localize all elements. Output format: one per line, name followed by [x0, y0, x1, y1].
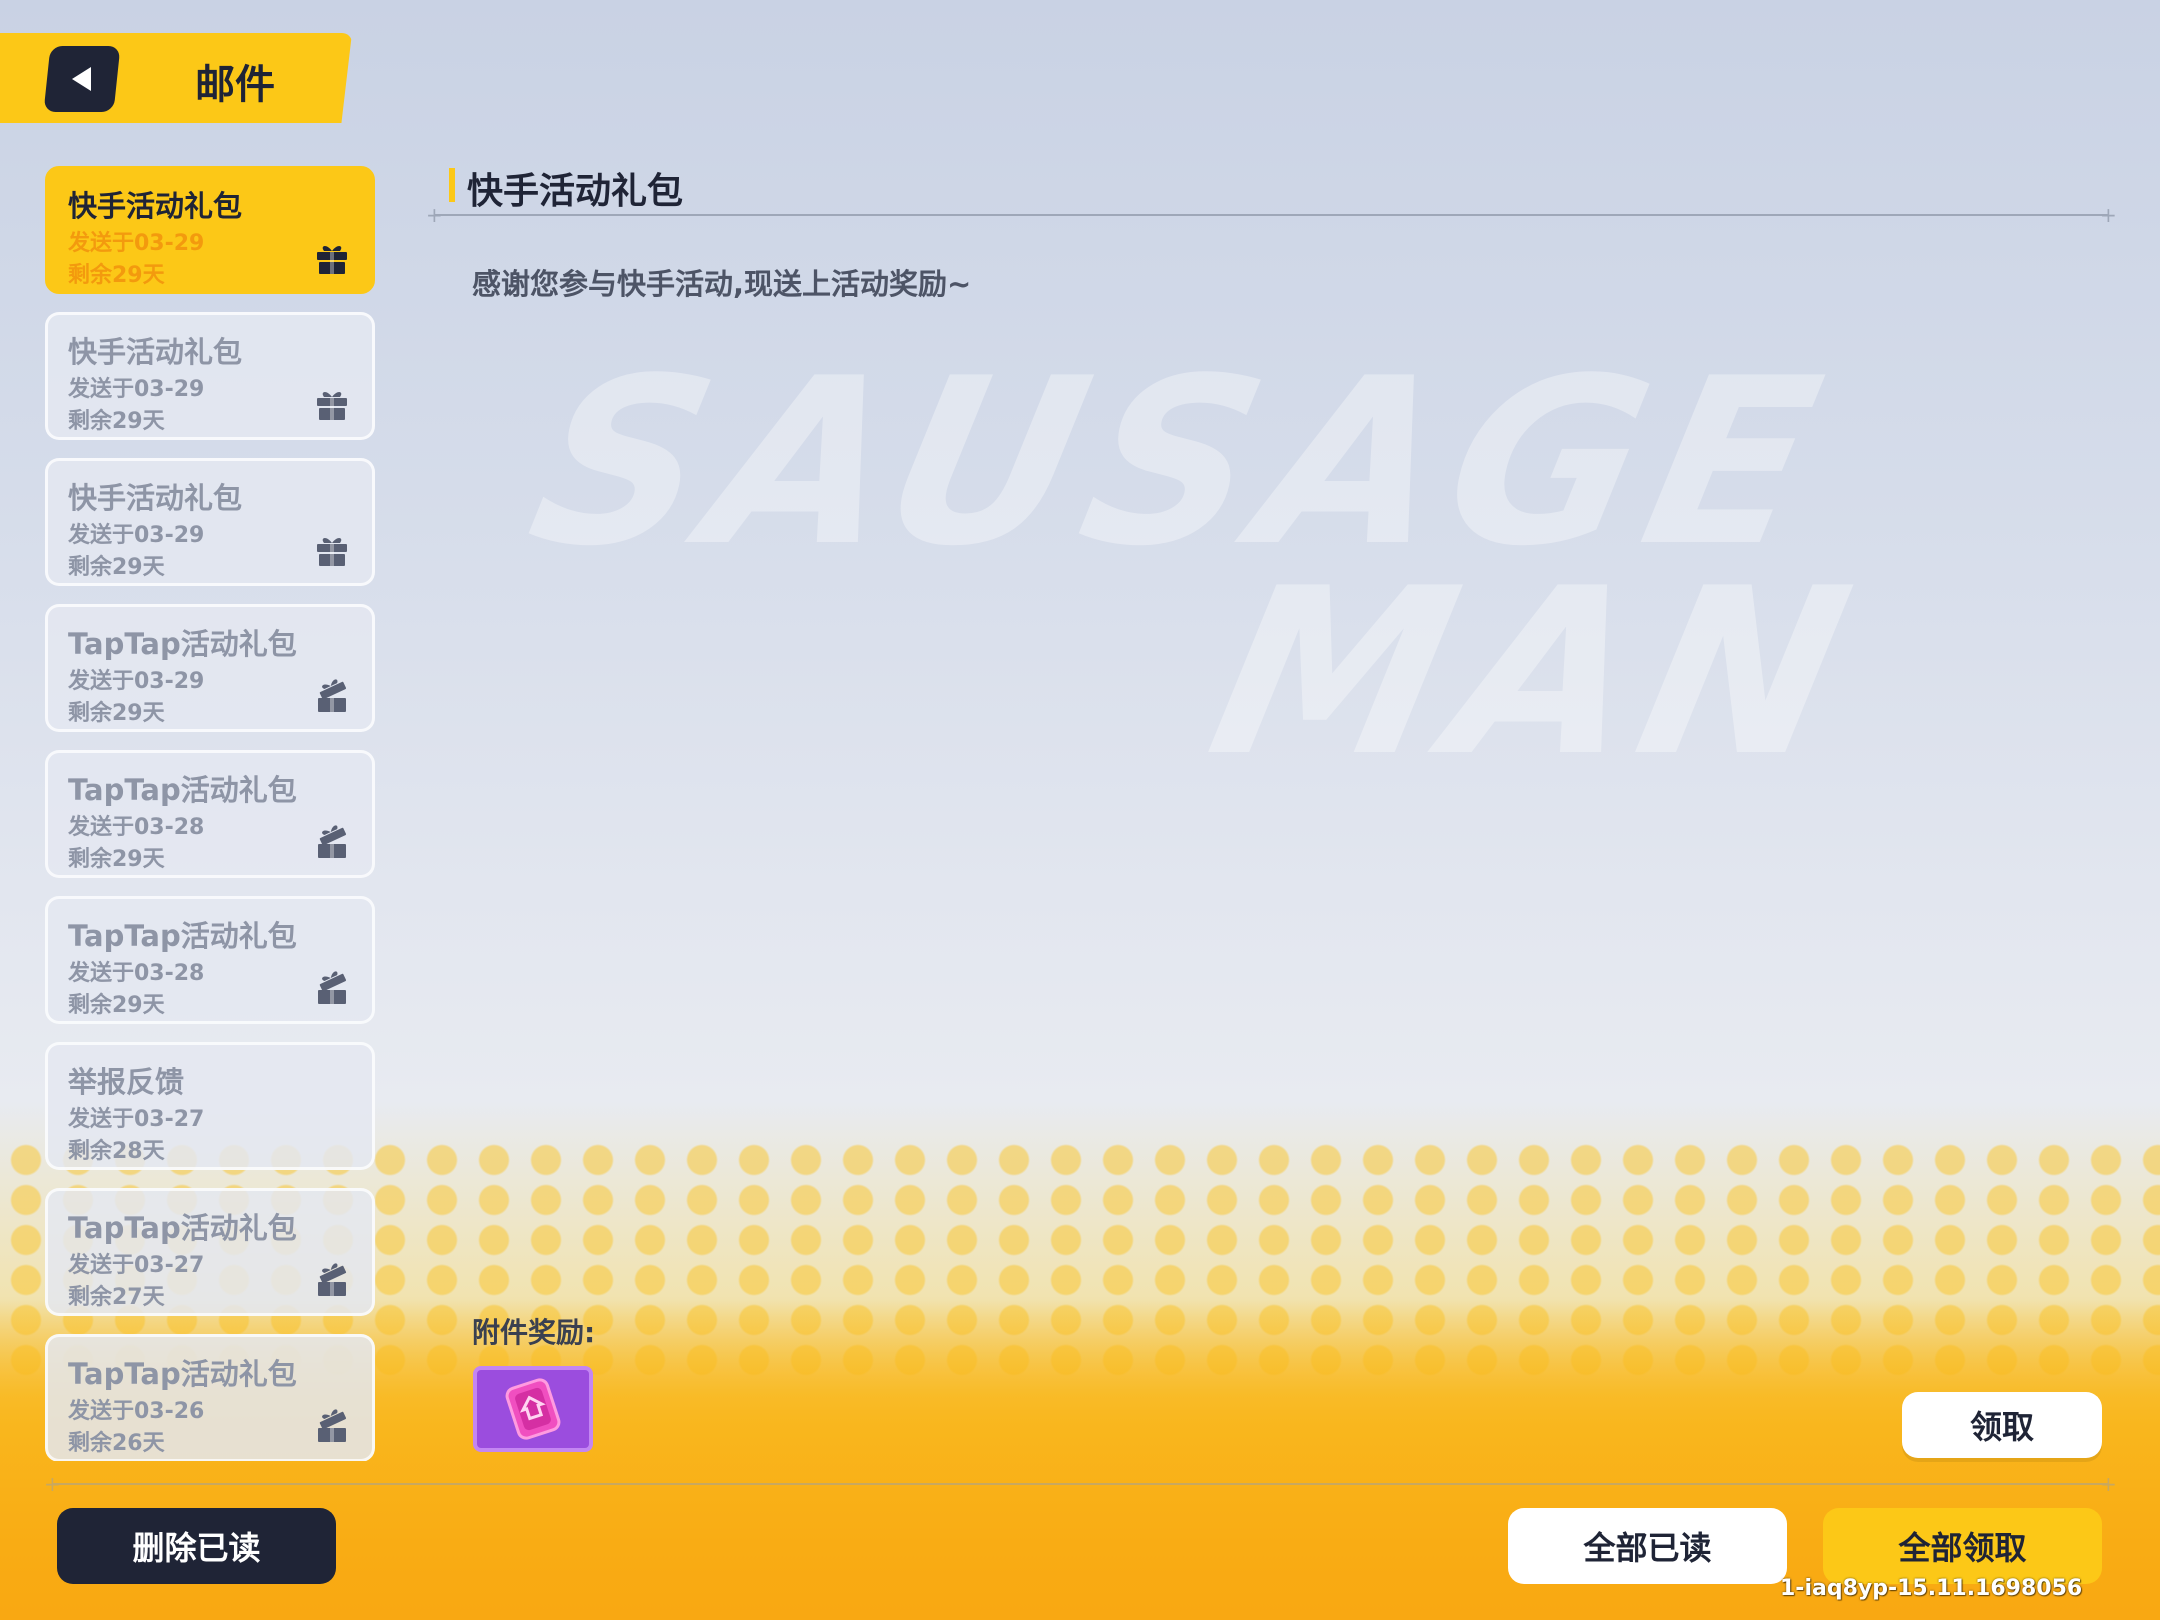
- mail-item-date: 发送于03-27: [68, 1253, 205, 1278]
- mail-item-title: TapTap活动礼包: [68, 919, 297, 953]
- attachment-label: 附件奖励:: [472, 1316, 596, 1349]
- title-divider: [434, 214, 2108, 216]
- mail-item-remaining: 剩余27天: [68, 1285, 165, 1310]
- mail-item-date: 发送于03-28: [68, 961, 205, 986]
- mail-item-date: 发送于03-27: [68, 1107, 205, 1132]
- purple-card-icon: [505, 1378, 561, 1440]
- page-title: 邮件: [195, 62, 275, 108]
- claim-all-button[interactable]: 全部领取: [1823, 1508, 2102, 1584]
- back-button[interactable]: [43, 46, 121, 112]
- mail-list-item[interactable]: TapTap活动礼包发送于03-26 剩余26天: [45, 1334, 375, 1461]
- mail-item-remaining: 剩余29天: [68, 847, 165, 872]
- mail-item-remaining: 剩余29天: [68, 993, 165, 1018]
- mail-list-item[interactable]: 快手活动礼包发送于03-29 剩余29天: [45, 312, 375, 440]
- mail-body: 感谢您参与快手活动,现送上活动奖励~: [472, 267, 972, 301]
- mail-list-item[interactable]: 快手活动礼包发送于03-29 剩余29天: [45, 166, 375, 294]
- gift-open-icon: [314, 971, 350, 1005]
- mail-item-remaining: 剩余29天: [68, 409, 165, 434]
- delete-read-button[interactable]: 删除已读: [57, 1508, 336, 1584]
- mail-item-title: TapTap活动礼包: [68, 773, 297, 807]
- mail-item-date: 发送于03-29: [68, 231, 205, 256]
- mail-item-title: TapTap活动礼包: [68, 1357, 297, 1391]
- mail-item-title: 快手活动礼包: [68, 335, 243, 369]
- mail-list[interactable]: 快手活动礼包 发送于03-29 剩余29天 快手活动礼包 发送于03-29 剩余29天 快手…: [45, 166, 383, 1461]
- mail-item-date: 发送于03-29: [68, 669, 205, 694]
- mail-item-date: 发送于03-26: [68, 1399, 205, 1424]
- footer-divider: [52, 1483, 2108, 1485]
- mail-item-title: TapTap活动礼包: [68, 1211, 297, 1245]
- title-accent-bar: [449, 168, 455, 202]
- mail-title: 快手活动礼包: [467, 171, 684, 212]
- divider-plus-icon: +: [426, 203, 443, 227]
- read-all-button[interactable]: 全部已读: [1508, 1508, 1787, 1584]
- mail-list-item[interactable]: TapTap活动礼包发送于03-28 剩余29天: [45, 896, 375, 1024]
- gift-box-icon: [314, 241, 350, 275]
- mail-item-remaining: 剩余28天: [68, 1139, 165, 1164]
- mail-item-title: 快手活动礼包: [68, 189, 243, 223]
- mail-item-title: TapTap活动礼包: [68, 627, 297, 661]
- mail-item-remaining: 剩余29天: [68, 555, 165, 580]
- mail-item-date: 发送于03-29: [68, 523, 205, 548]
- version-label: 1-iaq8yp-15.11.1698056: [1780, 1576, 2083, 1601]
- mail-item-date: 发送于03-28: [68, 815, 205, 840]
- mail-item-title: 快手活动礼包: [68, 481, 243, 515]
- claim-button[interactable]: 领取: [1902, 1392, 2102, 1458]
- mail-item-remaining: 剩余29天: [68, 263, 165, 288]
- divider-plus-icon: +: [44, 1472, 61, 1496]
- mail-item-remaining: 剩余29天: [68, 701, 165, 726]
- mail-list-item[interactable]: TapTap活动礼包发送于03-27 剩余27天: [45, 1188, 375, 1316]
- gift-box-icon: [314, 387, 350, 421]
- gift-box-icon: [314, 533, 350, 567]
- mail-list-item[interactable]: 快手活动礼包发送于03-29 剩余29天: [45, 458, 375, 586]
- gift-open-icon: [314, 1409, 350, 1443]
- divider-plus-icon: +: [2100, 1472, 2117, 1496]
- mail-list-item[interactable]: TapTap活动礼包发送于03-28 剩余29天: [45, 750, 375, 878]
- mail-item-remaining: 剩余26天: [68, 1431, 165, 1456]
- gift-open-icon: [314, 679, 350, 713]
- gift-open-icon: [314, 1263, 350, 1297]
- divider-plus-icon: +: [2100, 203, 2117, 227]
- back-arrow-icon: [72, 67, 91, 91]
- attachment-item[interactable]: [473, 1366, 593, 1452]
- mail-list-item[interactable]: 举报反馈发送于03-27 剩余28天: [45, 1042, 375, 1170]
- mail-list-item[interactable]: TapTap活动礼包发送于03-29 剩余29天: [45, 604, 375, 732]
- mail-item-date: 发送于03-29: [68, 377, 205, 402]
- background-logo-watermark: SAUSAGE MAN: [511, 330, 1878, 807]
- gift-open-icon: [314, 825, 350, 859]
- mail-item-title: 举报反馈: [68, 1065, 185, 1099]
